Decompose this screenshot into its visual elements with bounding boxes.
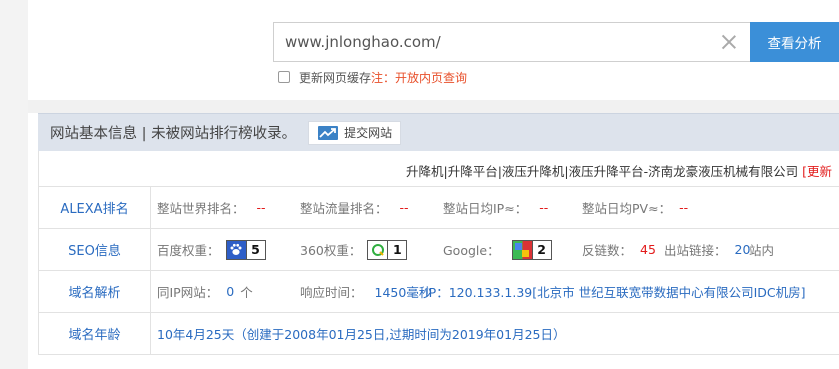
backlinks-label: 反链数： [582, 243, 633, 258]
outlinks-label: 出站链接： [664, 243, 727, 258]
traffic-rank-label: 整站流量排名： [300, 201, 388, 216]
clear-icon[interactable] [719, 32, 739, 52]
world-rank-label: 整站世界排名： [157, 201, 245, 216]
response-time-value: 1450毫秒 [374, 285, 432, 300]
dns-content: 同IP网站： 0 个 响应时间： 1450毫秒 IP：120.133.1.39[… [157, 271, 806, 312]
cache-option: 更新网页缓存 注：开放内页查询 [278, 68, 467, 86]
site-title-text: 升降机|升降平台|液压升降机|液压升降平台-济南龙豪液压机械有限公司 [406, 164, 799, 179]
seo-label: SEO信息 [39, 229, 151, 270]
response-time-label: 响应时间： [300, 285, 363, 300]
world-rank-value: -- [256, 200, 266, 215]
submit-site-label: 提交网站 [344, 126, 393, 140]
domain-age-row: 域名年龄 10年4月25天（创建于2008年01月25日,过期时间为2019年0… [39, 313, 839, 355]
section-divider [28, 100, 839, 113]
traffic-rank-value: -- [399, 200, 409, 215]
info-title: 网站基本信息 | 未被网站排行榜收录。 [50, 126, 297, 142]
search-bar: 查看分析 [273, 22, 839, 62]
page: 查看分析 更新网页缓存 注：开放内页查询 网站基本信息 | 未被网站排行榜收录。… [28, 0, 839, 369]
seo-row: SEO信息 百度权重： 5 360权重： 1 Google： 2 反链数： 45… [39, 229, 839, 271]
s360-logo-icon [368, 240, 388, 259]
same-ip-label: 同IP网站： [157, 285, 219, 300]
cache-note: 注：开放内页查询 [371, 70, 468, 85]
seo-content: 百度权重： 5 360权重： 1 Google： 2 反链数： 45 出站链接：… [157, 229, 774, 270]
trend-chart-icon [318, 125, 339, 140]
s360-weight-value: 1 [387, 240, 406, 259]
google-weight-label: Google： [443, 243, 500, 258]
info-header: 网站基本信息 | 未被网站排行榜收录。 提交网站 [38, 113, 839, 151]
s360-weight-label: 360权重： [300, 243, 362, 258]
baidu-weight-value: 5 [245, 240, 265, 259]
daily-ip-value: -- [539, 200, 549, 215]
same-ip-count[interactable]: 0 [226, 284, 234, 299]
backlinks-value[interactable]: 45 [640, 242, 656, 257]
inlinks-label: 站内 [749, 243, 775, 258]
update-cache-label[interactable]: 更新网页缓存 [299, 69, 371, 86]
daily-pv-value: -- [679, 200, 689, 215]
same-ip-unit: 个 [240, 285, 253, 300]
baidu-weight-label: 百度权重： [157, 243, 220, 258]
info-table: 升降机|升降平台|液压升降机|液压升降平台-济南龙豪液压机械有限公司 [更新 A… [38, 151, 839, 355]
site-title-update-link[interactable]: [更新 [802, 164, 832, 179]
domain-age-value: 10年4月25天（创建于2008年01月25日,过期时间为2019年01月25日… [157, 327, 566, 342]
alexa-row: ALEXA排名 整站世界排名： -- 整站流量排名： -- 整站日均IP≈： -… [39, 187, 839, 229]
site-title: 升降机|升降平台|液压升降机|液压升降平台-济南龙豪液压机械有限公司 [更新 [406, 161, 832, 180]
google-weight-badge[interactable]: 2 [511, 239, 552, 260]
s360-weight-badge[interactable]: 1 [367, 239, 408, 260]
google-weight-value: 2 [531, 240, 551, 259]
domain-age-content: 10年4月25天（创建于2008年01月25日,过期时间为2019年01月25日… [157, 313, 566, 354]
site-title-row: 升降机|升降平台|液压升降机|液压升降平台-济南龙豪液压机械有限公司 [更新 [39, 151, 839, 187]
ip-location[interactable]: IP：120.133.1.39[北京市 世纪互联宽带数据中心有限公司IDC机房] [425, 282, 806, 301]
query-analysis-button[interactable]: 查看分析 [750, 22, 839, 62]
domain-age-label: 域名年龄 [39, 313, 151, 354]
google-logo-icon [512, 240, 532, 259]
alexa-label: ALEXA排名 [39, 187, 151, 228]
baidu-paw-icon [226, 240, 246, 259]
url-search-input[interactable] [273, 22, 750, 62]
update-cache-checkbox[interactable] [278, 71, 290, 83]
dns-label: 域名解析 [39, 271, 151, 312]
daily-ip-label: 整站日均IP≈： [443, 201, 528, 216]
alexa-content: 整站世界排名： -- 整站流量排名： -- 整站日均IP≈： -- 整站日均PV… [157, 187, 688, 228]
daily-pv-label: 整站日均PV≈： [582, 201, 672, 216]
dns-row: 域名解析 同IP网站： 0 个 响应时间： 1450毫秒 IP：120.133.… [39, 271, 839, 313]
submit-site-button[interactable]: 提交网站 [308, 120, 402, 145]
baidu-weight-badge[interactable]: 5 [225, 239, 266, 260]
